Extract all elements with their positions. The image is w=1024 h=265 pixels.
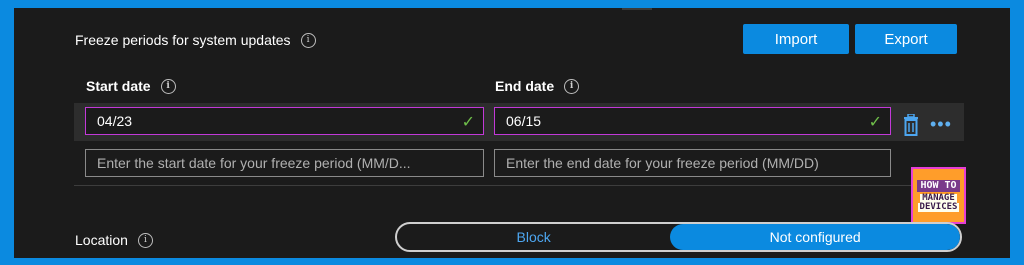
- location-toggle[interactable]: Block Not configured: [395, 222, 962, 252]
- start-date-header: Start date i: [86, 78, 176, 94]
- toggle-option-block[interactable]: Block: [397, 224, 670, 250]
- end-date-value: 06/15: [506, 113, 542, 129]
- info-icon[interactable]: i: [160, 78, 176, 94]
- row-divider: [74, 185, 964, 186]
- info-icon[interactable]: i: [300, 32, 316, 48]
- start-date-value: 04/23: [97, 113, 133, 129]
- more-icon[interactable]: •••: [930, 114, 952, 135]
- location-label: Location: [75, 232, 128, 248]
- watermark-line-3: DEVICES: [917, 201, 960, 212]
- section-title-row: Freeze periods for system updates i: [75, 32, 316, 48]
- location-setting-label: Location i: [75, 232, 153, 248]
- end-date-placeholder: Enter the end date for your freeze perio…: [506, 155, 819, 171]
- toggle-option-not-configured[interactable]: Not configured: [670, 224, 960, 250]
- end-date-label: End date: [495, 78, 555, 94]
- new-end-date-input[interactable]: Enter the end date for your freeze perio…: [494, 149, 891, 177]
- watermark-line-1: HOW TO: [917, 179, 960, 192]
- start-date-field[interactable]: 04/23 ✓: [85, 107, 484, 135]
- check-icon: ✓: [461, 114, 475, 131]
- freeze-periods-panel: Freeze periods for system updates i Impo…: [14, 8, 1010, 258]
- export-button[interactable]: Export: [855, 24, 957, 54]
- end-date-field[interactable]: 06/15 ✓: [494, 107, 891, 135]
- section-title: Freeze periods for system updates: [75, 32, 291, 48]
- new-start-date-input[interactable]: Enter the start date for your freeze per…: [85, 149, 484, 177]
- start-date-label: Start date: [86, 78, 151, 94]
- check-icon: ✓: [868, 114, 882, 131]
- import-button[interactable]: Import: [743, 24, 849, 54]
- watermark-logo: HOW TO MANAGE DEVICES: [911, 167, 966, 224]
- trash-icon[interactable]: [902, 114, 920, 136]
- info-icon[interactable]: i: [564, 78, 580, 94]
- info-icon[interactable]: i: [137, 232, 153, 248]
- end-date-header: End date i: [495, 78, 580, 94]
- start-date-placeholder: Enter the start date for your freeze per…: [97, 155, 411, 171]
- top-divider: [622, 8, 652, 10]
